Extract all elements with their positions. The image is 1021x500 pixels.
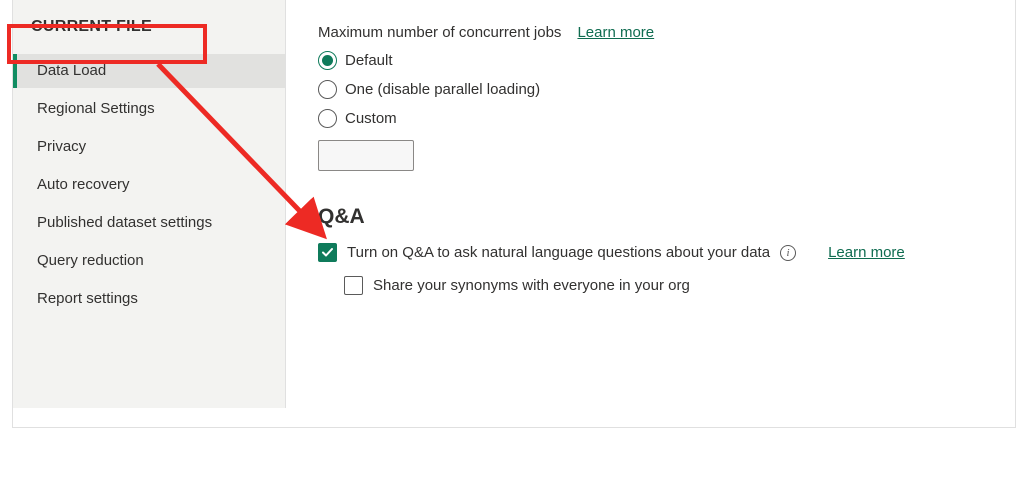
radio-one[interactable]: One (disable parallel loading) — [318, 80, 1015, 99]
custom-value-input[interactable] — [318, 140, 414, 171]
sidebar-item-label: Query reduction — [37, 252, 144, 269]
radio-custom[interactable]: Custom — [318, 109, 1015, 128]
radio-button-icon — [318, 109, 337, 128]
sidebar-item-label: Report settings — [37, 290, 138, 307]
sidebar-item-regional-settings[interactable]: Regional Settings — [13, 92, 285, 126]
qa-heading: Q&A — [318, 205, 1015, 229]
sidebar-item-label: Data Load — [37, 62, 106, 79]
qa-share-row[interactable]: Share your synonyms with everyone in you… — [344, 276, 1015, 295]
sidebar-item-data-load[interactable]: Data Load — [13, 54, 285, 88]
sidebar-item-label: Auto recovery — [37, 176, 130, 193]
concurrent-jobs-learn-more-link[interactable]: Learn more — [577, 24, 654, 41]
checkbox-icon — [344, 276, 363, 295]
sidebar-item-privacy[interactable]: Privacy — [13, 130, 285, 164]
radio-button-icon — [318, 51, 337, 70]
concurrent-jobs-label: Maximum number of concurrent jobs — [318, 24, 561, 41]
radio-label: Default — [345, 52, 393, 69]
radio-default[interactable]: Default — [318, 51, 1015, 70]
radio-button-icon — [318, 80, 337, 99]
main-panel: Maximum number of concurrent jobs Learn … — [286, 0, 1015, 427]
sidebar-item-query-reduction[interactable]: Query reduction — [13, 244, 285, 278]
info-icon[interactable]: i — [780, 245, 796, 261]
qa-share-label: Share your synonyms with everyone in you… — [373, 277, 690, 294]
qa-turn-on-label: Turn on Q&A to ask natural language ques… — [347, 244, 770, 261]
qa-turn-on-row[interactable]: Turn on Q&A to ask natural language ques… — [318, 243, 770, 262]
sidebar-item-label: Published dataset settings — [37, 214, 212, 231]
sidebar-header: CURRENT FILE — [13, 0, 285, 54]
sidebar: CURRENT FILE Data Load Regional Settings… — [13, 0, 286, 408]
sidebar-item-report-settings[interactable]: Report settings — [13, 282, 285, 316]
radio-label: Custom — [345, 110, 397, 127]
checkbox-icon — [318, 243, 337, 262]
radio-label: One (disable parallel loading) — [345, 81, 540, 98]
sidebar-item-label: Privacy — [37, 138, 86, 155]
qa-learn-more-link[interactable]: Learn more — [828, 244, 905, 261]
sidebar-item-published-dataset-settings[interactable]: Published dataset settings — [13, 206, 285, 240]
sidebar-item-label: Regional Settings — [37, 100, 155, 117]
sidebar-item-auto-recovery[interactable]: Auto recovery — [13, 168, 285, 202]
